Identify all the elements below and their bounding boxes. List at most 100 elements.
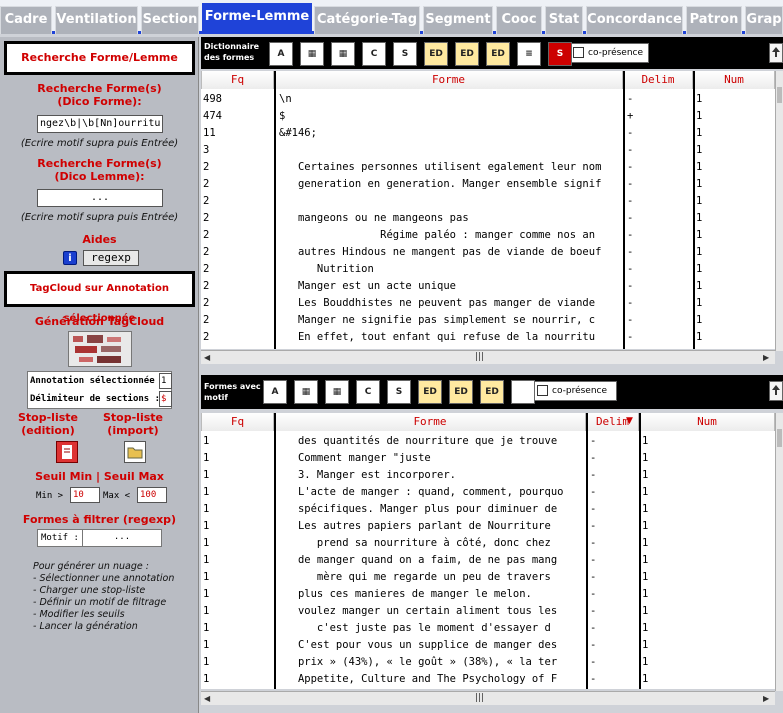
- top-scroll-thumb[interactable]: [777, 87, 782, 103]
- table-row[interactable]: 498 \n - 1: [201, 91, 775, 108]
- tab-forme-lemme[interactable]: Forme-Lemme: [202, 3, 312, 34]
- max-input[interactable]: 100: [137, 487, 167, 503]
- top-horizontal-scrollbar[interactable]: ◀ ||| ▶: [201, 350, 775, 364]
- table-row[interactable]: 2 autres Hindous ne mangent pas de viand…: [201, 244, 775, 261]
- annotation-input[interactable]: 1: [159, 373, 172, 389]
- bottom-tool-icon-7[interactable]: ED: [449, 380, 473, 404]
- bottom-tool-icon-8[interactable]: ED: [480, 380, 504, 404]
- min-input[interactable]: 10: [70, 487, 100, 503]
- table-row[interactable]: 1 des quantités de nourriture que je tro…: [201, 433, 775, 450]
- bottom-scroll-thumb[interactable]: [777, 429, 782, 447]
- top-tool-icon-2[interactable]: ▦: [300, 42, 324, 66]
- top-tool-icon-6[interactable]: ED: [424, 42, 448, 66]
- table-row[interactable]: 2 Manger ne signifie pas simplement se n…: [201, 312, 775, 329]
- bottom-tool-icon-1[interactable]: A: [263, 380, 287, 404]
- table-row[interactable]: 1 C'est pour vous un supplice de manger …: [201, 637, 775, 654]
- table-row[interactable]: 1 Les autres papiers parlant de Nourritu…: [201, 518, 775, 535]
- lemme-search-input[interactable]: ...: [37, 189, 163, 207]
- scroll-right-icon[interactable]: ▶: [763, 353, 769, 362]
- info-icon[interactable]: i: [63, 251, 77, 265]
- tab-cooc[interactable]: Cooc: [496, 6, 542, 34]
- bottom-tool-icon-2[interactable]: ▦: [294, 380, 318, 404]
- column-header-forme[interactable]: Forme: [274, 413, 586, 431]
- tab-patron[interactable]: Patron: [686, 6, 742, 34]
- scroll-left-icon[interactable]: ◀: [204, 353, 210, 362]
- column-header-num[interactable]: Num: [693, 71, 775, 89]
- bottom-tool-icon-6[interactable]: ED: [418, 380, 442, 404]
- bottom-toolbar-label: Formes avec motif: [204, 382, 261, 402]
- bottom-tool-icon-3[interactable]: ▦: [325, 380, 349, 404]
- tagcloud-generate-icon[interactable]: [68, 331, 132, 367]
- table-row[interactable]: 2 Certaines personnes utilisent egalemen…: [201, 159, 775, 176]
- regexp-button[interactable]: regexp: [83, 250, 139, 266]
- scroll-grip-icon[interactable]: |||: [475, 352, 484, 362]
- sort-desc-icon[interactable]: ▼: [626, 416, 633, 426]
- top-tool-icon-8[interactable]: ED: [486, 42, 510, 66]
- tab-cat-gorie-tag[interactable]: Catégorie-Tag: [314, 6, 420, 34]
- table-row[interactable]: 1 3. Manger est incorporer. - 1: [201, 467, 775, 484]
- bottom-tool-icon-9[interactable]: ≡: [511, 380, 535, 404]
- bottom-tool-icon-5[interactable]: S: [387, 380, 411, 404]
- table-row[interactable]: 2 generation en generation. Manger ensem…: [201, 176, 775, 193]
- top-tool-icon-9[interactable]: ≡: [517, 42, 541, 66]
- table-row[interactable]: 1 prix » (43%), « le goût » (38%), « la …: [201, 654, 775, 671]
- table-row[interactable]: 2 mangeons ou ne mangeons pas - 1: [201, 210, 775, 227]
- cell-forme: mère qui me regarde un peu de travers: [279, 571, 551, 583]
- stoplist-edit-icon[interactable]: [56, 441, 78, 463]
- table-row[interactable]: 1 de manger quand on a faim, de ne pas m…: [201, 552, 775, 569]
- top-vertical-scrollbar[interactable]: [775, 71, 783, 351]
- bottom-horizontal-scrollbar[interactable]: ◀ ||| ▶: [201, 691, 775, 705]
- tab-ventilation[interactable]: Ventilation: [55, 6, 138, 34]
- tab-grap[interactable]: Grap: [745, 6, 783, 34]
- column-header-fq[interactable]: Fq: [201, 71, 274, 89]
- table-row[interactable]: 1 voulez manger un certain aliment tous …: [201, 603, 775, 620]
- table-row[interactable]: 2 - 1: [201, 193, 775, 210]
- tab-cadre[interactable]: Cadre: [0, 6, 52, 34]
- column-header-forme[interactable]: Forme: [274, 71, 623, 89]
- table-row[interactable]: 2 Les Bouddhistes ne peuvent pas manger …: [201, 295, 775, 312]
- bottom-copresence-checkbox[interactable]: co-présence: [533, 381, 617, 401]
- scroll-left-icon[interactable]: ◀: [204, 694, 210, 703]
- top-copresence-checkbox[interactable]: co-présence: [569, 43, 649, 63]
- table-row[interactable]: 2 Nutrition - 1: [201, 261, 775, 278]
- top-tool-icon-7[interactable]: ED: [455, 42, 479, 66]
- table-row[interactable]: 2 En effet, tout enfant qui refuse de la…: [201, 329, 775, 346]
- forme-search-input[interactable]: ngez\b|\b[Nn]ourriture\b: [37, 115, 163, 133]
- table-row[interactable]: 1 L'acte de manger : quand, comment, pou…: [201, 484, 775, 501]
- tab-concordance[interactable]: Concordance: [586, 6, 683, 34]
- top-tool-icon-4[interactable]: C: [362, 42, 386, 66]
- cell-num: 1: [642, 503, 649, 515]
- top-tool-icon-10[interactable]: S: [548, 42, 572, 66]
- table-row[interactable]: 3 - 1: [201, 142, 775, 159]
- scroll-grip-icon[interactable]: |||: [475, 693, 484, 703]
- table-row[interactable]: 1 mère qui me regarde un peu de travers -…: [201, 569, 775, 586]
- table-row[interactable]: 2 Régime paléo : manger comme nos an - 1: [201, 227, 775, 244]
- table-row[interactable]: 11 &#146; - 1: [201, 125, 775, 142]
- bottom-export-icon[interactable]: [769, 381, 783, 401]
- motif-input[interactable]: ...: [82, 530, 161, 546]
- column-header-num[interactable]: Num: [639, 413, 775, 431]
- table-row[interactable]: 1 Comment manger "juste - 1: [201, 450, 775, 467]
- top-tool-icon-5[interactable]: S: [393, 42, 417, 66]
- delimiter-input[interactable]: $: [159, 391, 172, 407]
- column-header-delim[interactable]: Delim: [623, 71, 693, 89]
- table-row[interactable]: 1 spécifiques. Manger plus pour diminuer…: [201, 501, 775, 518]
- top-tool-icon-1[interactable]: A: [269, 42, 293, 66]
- table-row[interactable]: 474 $ +1: [201, 108, 775, 125]
- table-row[interactable]: 2 Manger est un acte unique - 1: [201, 278, 775, 295]
- top-tool-icon-3[interactable]: ▦: [331, 42, 355, 66]
- stoplist-import-icon[interactable]: [124, 441, 146, 463]
- tab-section[interactable]: Section: [141, 6, 199, 34]
- tab-stat[interactable]: Stat: [545, 6, 583, 34]
- bottom-vertical-scrollbar[interactable]: [775, 413, 783, 691]
- bottom-tool-icon-4[interactable]: C: [356, 380, 380, 404]
- tab-segment[interactable]: Segment: [423, 6, 493, 34]
- lemme-hint: (Ecrire motif supra puis Entrée): [20, 212, 179, 223]
- table-row[interactable]: 1 Appetite, Culture and The Psychology o…: [201, 671, 775, 688]
- table-row[interactable]: 1 plus ces manieres de manger le melon. -…: [201, 586, 775, 603]
- table-row[interactable]: 1 c'est juste pas le moment d'essayer d -…: [201, 620, 775, 637]
- scroll-right-icon[interactable]: ▶: [763, 694, 769, 703]
- table-row[interactable]: 1 prend sa nourriture à côté, donc chez -…: [201, 535, 775, 552]
- top-export-icon[interactable]: [769, 43, 783, 63]
- column-header-fq[interactable]: Fq: [201, 413, 274, 431]
